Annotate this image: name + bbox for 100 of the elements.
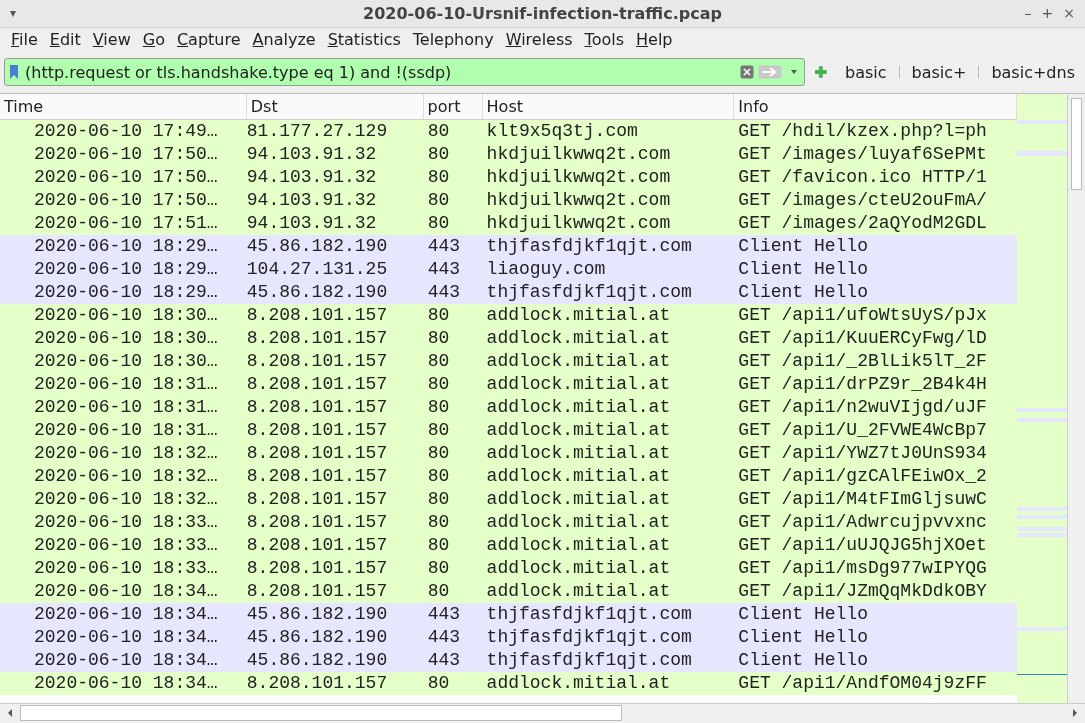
menu-item[interactable]: Help	[630, 30, 679, 49]
menu-item[interactable]: Wireless	[499, 30, 579, 49]
table-cell-text: 8.208.101.157	[246, 673, 389, 694]
horizontal-scrollbar[interactable]	[0, 702, 1085, 723]
vertical-scrollbar[interactable]	[1067, 93, 1085, 703]
menu-item[interactable]: File	[5, 30, 44, 49]
table-cell-text: thjfasfdjkf1qjt.com	[485, 650, 693, 671]
column-header[interactable]: Host	[482, 93, 735, 119]
clear-icon[interactable]	[740, 65, 755, 80]
table-cell-text: 94.103.91.32	[246, 167, 378, 188]
packet-row[interactable]: 2020-06-10 18:29… 104.27.131.25 443 liaoguy.com Client Hello	[0, 257, 1018, 281]
packet-row[interactable]: 2020-06-10 18:31… 8.208.101.157 80 addlock.mitial.at GET /api1/drPZ9r_2B4k4H	[0, 372, 1018, 396]
packet-row[interactable]: 2020-06-10 17:50… 94.103.91.32 80 hkdjuilkwwq2t.com GET /images/cteU2ouFmA/	[0, 188, 1018, 212]
menu-item[interactable]: Go	[136, 30, 171, 49]
table-cell-text: addlock.mitial.at	[485, 466, 672, 487]
table-cell-text: addlock.mitial.at	[485, 443, 672, 464]
table-cell-text: liaoguy.com	[485, 259, 607, 280]
table-cell-text: addlock.mitial.at	[485, 374, 672, 395]
window-control[interactable]: +	[1041, 5, 1054, 22]
table-cell-text: 80	[426, 673, 451, 694]
table-cell-text: 8.208.101.157	[246, 581, 389, 602]
table-cell-text: GET /hdil/kzex.php?l=ph	[737, 121, 988, 142]
window-control[interactable]: –	[1024, 5, 1032, 22]
table-cell-text: GET /images/cteU2ouFmA/	[737, 190, 988, 211]
column-header[interactable]: Dst	[246, 93, 424, 119]
display-filter-field[interactable]: (http.request or tls.handshake.type eq 1) and !(ssdp)	[23, 62, 737, 82]
table-cell-text: 8.208.101.157	[246, 466, 389, 487]
packet-row[interactable]: 2020-06-10 18:32… 8.208.101.157 80 addlock.mitial.at GET /api1/M4tFImGljsuwC	[0, 487, 1018, 511]
packet-row[interactable]: 2020-06-10 18:33… 8.208.101.157 80 addlock.mitial.at GET /api1/uUJQJG5hjXOet	[0, 533, 1018, 557]
table-cell-text: Client Hello	[737, 282, 869, 303]
table-cell-text: Client Hello	[737, 650, 869, 671]
menu-item[interactable]: Edit	[43, 30, 87, 49]
packet-row[interactable]: 2020-06-10 18:29… 45.86.182.190 443 thjfasfdjkf1qjt.com Client Hello	[0, 280, 1018, 304]
bookmark-icon[interactable]	[9, 64, 19, 81]
packet-row[interactable]: 2020-06-10 18:30… 8.208.101.157 80 addlock.mitial.at GET /api1/KuuERCyFwg/lD	[0, 326, 1018, 350]
packet-row[interactable]: 2020-06-10 18:30… 8.208.101.157 80 addlock.mitial.at GET /api1/_2BlLik5lT_2F	[0, 349, 1018, 373]
menu-item[interactable]: Telephony	[406, 30, 500, 49]
scroll-left-icon[interactable]	[6, 708, 14, 719]
table-cell-text: 80	[426, 190, 451, 211]
table-cell-text: 2020-06-10 18:34…	[33, 673, 219, 694]
filter-field[interactable]: (http.request or tls.handshake.type eq 1) and !(ssdp)	[4, 58, 806, 87]
window-control[interactable]: ×	[1063, 5, 1075, 22]
packet-row[interactable]: 2020-06-10 17:49… 81.177.27.129 80 klt9x5q3tj.com GET /hdil/kzex.php?l=ph	[0, 119, 1018, 143]
table-cell-text: hkdjuilkwwq2t.com	[485, 167, 672, 188]
packet-row[interactable]: 2020-06-10 18:32… 8.208.101.157 80 addlock.mitial.at GET /api1/YWZ7tJ0UnS934	[0, 441, 1018, 465]
table-cell-text: 2020-06-10 18:29…	[33, 259, 219, 280]
scroll-right-icon[interactable]	[1071, 708, 1079, 719]
table-cell-text: 2020-06-10 18:30…	[33, 305, 219, 326]
filter-button[interactable]: basic+	[905, 62, 973, 82]
table-cell-text: 80	[426, 443, 451, 464]
packet-row[interactable]: 2020-06-10 18:33… 8.208.101.157 80 addlock.mitial.at GET /api1/msDg977wIPYQG	[0, 556, 1018, 580]
menu-item[interactable]: Tools	[578, 30, 631, 49]
table-cell-text: 2020-06-10 18:34…	[33, 650, 219, 671]
packet-row[interactable]: 2020-06-10 18:30… 8.208.101.157 80 addlock.mitial.at GET /api1/ufoWtsUyS/pJx	[0, 303, 1018, 327]
filter-button[interactable]: basic	[838, 62, 893, 82]
table-cell-text: GET /api1/uUJQJG5hjXOet	[737, 535, 988, 556]
packet-row[interactable]: 2020-06-10 18:29… 45.86.182.190 443 thjfasfdjkf1qjt.com Client Hello	[0, 234, 1018, 258]
table-cell-text: 443	[426, 259, 462, 280]
packet-row[interactable]: 2020-06-10 17:50… 94.103.91.32 80 hkdjuilkwwq2t.com GET /images/luyaf6SePMt	[0, 142, 1018, 166]
table-cell-text: 2020-06-10 17:49…	[33, 121, 219, 142]
table-cell-text: 45.86.182.190	[246, 604, 389, 625]
table-cell-text: 45.86.182.190	[246, 650, 389, 671]
menu-item[interactable]: View	[86, 30, 137, 49]
packet-row[interactable]: 2020-06-10 17:51… 94.103.91.32 80 hkdjuilkwwq2t.com GET /images/2aQYodM2GDL	[0, 211, 1018, 235]
table-cell-text: addlock.mitial.at	[485, 673, 672, 694]
table-cell-text: Client Hello	[737, 627, 869, 648]
menu-item[interactable]: Statistics	[321, 30, 407, 49]
table-cell-text: 443	[426, 650, 462, 671]
table-cell-text: 8.208.101.157	[246, 443, 389, 464]
filter-button[interactable]: basic+dns	[985, 62, 1081, 82]
packet-row[interactable]: 2020-06-10 18:34… 8.208.101.157 80 addlock.mitial.at GET /api1/JZmQqMkDdkOBY	[0, 579, 1018, 603]
packet-row[interactable]: 2020-06-10 18:34… 8.208.101.157 80 addlock.mitial.at GET /api1/AndfOM04j9zFF	[0, 671, 1018, 695]
menu-item[interactable]: Analyze	[246, 30, 322, 49]
table-cell-text: hkdjuilkwwq2t.com	[485, 190, 672, 211]
table-cell-text: 8.208.101.157	[246, 374, 389, 395]
table-cell-text: 2020-06-10 18:33…	[33, 535, 219, 556]
table-cell-text: 80	[426, 397, 451, 418]
packet-row[interactable]: 2020-06-10 17:50… 94.103.91.32 80 hkdjuilkwwq2t.com GET /favicon.ico HTTP/1	[0, 165, 1018, 189]
packet-row[interactable]: 2020-06-10 18:34… 45.86.182.190 443 thjfasfdjkf1qjt.com Client Hello	[0, 602, 1018, 626]
packet-row[interactable]: 2020-06-10 18:33… 8.208.101.157 80 addlock.mitial.at GET /api1/Adwrcujpvvxnc	[0, 510, 1018, 534]
packet-row[interactable]: 2020-06-10 18:31… 8.208.101.157 80 addlock.mitial.at GET /api1/U_2FVWE4WcBp7	[0, 418, 1018, 442]
table-cell-text: 443	[426, 604, 462, 625]
table-cell-text: 8.208.101.157	[246, 535, 389, 556]
table-cell-text: 81.177.27.129	[246, 121, 389, 142]
table-cell-text: 94.103.91.32	[246, 190, 378, 211]
packet-row[interactable]: 2020-06-10 18:32… 8.208.101.157 80 addlock.mitial.at GET /api1/gzCAlFEiwOx_2	[0, 464, 1018, 488]
menu-item[interactable]: Capture	[170, 30, 247, 49]
window-menu-icon[interactable]: ▾	[10, 6, 70, 21]
table-cell-text: 2020-06-10 18:31…	[33, 374, 219, 395]
table-cell-text: 443	[426, 282, 462, 303]
table-cell-text: 45.86.182.190	[246, 236, 389, 257]
add-button-icon[interactable]	[815, 66, 827, 79]
dropdown-caret-icon[interactable]	[790, 69, 799, 76]
packet-row[interactable]: 2020-06-10 18:31… 8.208.101.157 80 addlock.mitial.at GET /api1/n2wuVIjgd/uJF	[0, 395, 1018, 419]
packet-row[interactable]: 2020-06-10 18:34… 45.86.182.190 443 thjfasfdjkf1qjt.com Client Hello	[0, 625, 1018, 649]
packet-row[interactable]: 2020-06-10 18:34… 45.86.182.190 443 thjfasfdjkf1qjt.com Client Hello	[0, 648, 1018, 672]
table-cell-text: 8.208.101.157	[246, 420, 389, 441]
table-cell-text: 2020-06-10 17:50…	[33, 190, 219, 211]
column-header[interactable]: Time	[0, 93, 247, 119]
column-header[interactable]: port	[423, 93, 483, 119]
